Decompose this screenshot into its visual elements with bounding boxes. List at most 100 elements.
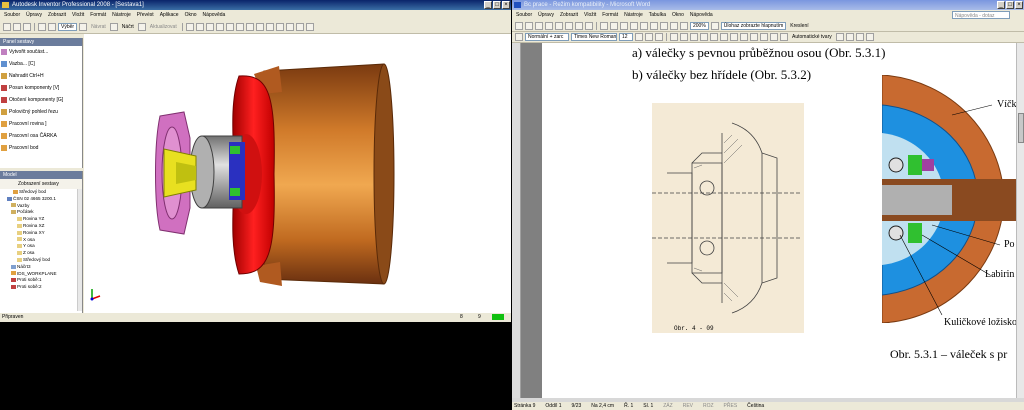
- panel-item-create-part[interactable]: Vytvořit součást...: [0, 46, 82, 58]
- menu-item[interactable]: Zobrazit: [560, 10, 578, 21]
- minimize-button[interactable]: _: [484, 1, 492, 9]
- model-header[interactable]: Model: [0, 171, 82, 179]
- redo-icon[interactable]: [48, 23, 56, 31]
- zoom-dropdown[interactable]: 200%: [690, 22, 709, 30]
- hyperlink-icon[interactable]: [660, 22, 668, 30]
- increase-indent-icon[interactable]: [750, 33, 758, 41]
- help-search-input[interactable]: Nápověda - dotaz: [952, 11, 1010, 19]
- bold-icon[interactable]: [635, 33, 643, 41]
- tree-item[interactable]: ČSN 02 4665 3200.1: [3, 196, 82, 203]
- tree-item[interactable]: X osa: [3, 237, 82, 244]
- roller-3d-model[interactable]: [84, 34, 511, 313]
- panel-item-work-plane[interactable]: Pracovní rovina ]: [0, 118, 82, 130]
- menu-item[interactable]: Soubor: [516, 10, 532, 21]
- menu-item[interactable]: Nápověda: [690, 10, 713, 21]
- panel-item-move[interactable]: Posun komponenty [V]: [0, 82, 82, 94]
- email-icon[interactable]: [555, 22, 563, 30]
- update-icon[interactable]: [137, 23, 146, 31]
- scroll-thumb[interactable]: [1018, 113, 1024, 143]
- tree-item[interactable]: Y osa: [3, 243, 82, 250]
- tree-item[interactable]: Proti sobě:2: [3, 284, 82, 291]
- status-ovr[interactable]: PŘES: [724, 402, 738, 410]
- tree-item[interactable]: Vazby: [3, 203, 82, 210]
- tree-scrollbar[interactable]: [77, 189, 82, 311]
- line-spacing-icon[interactable]: [710, 33, 718, 41]
- menu-item[interactable]: Formát: [90, 10, 106, 21]
- align-center-icon[interactable]: [680, 33, 688, 41]
- permission-icon[interactable]: [545, 22, 553, 30]
- border-icon[interactable]: [760, 33, 768, 41]
- panel-item-constraint[interactable]: Vazba... [C]: [0, 58, 82, 70]
- menu-item[interactable]: Nástroje: [624, 10, 643, 21]
- pan-icon[interactable]: [215, 23, 224, 31]
- underline-icon[interactable]: [655, 33, 663, 41]
- zoom-all-icon[interactable]: [185, 23, 194, 31]
- status-rec[interactable]: ZÁZ: [663, 402, 672, 410]
- panel-item-work-point[interactable]: Pracovní bod: [0, 142, 82, 154]
- rectangle-icon[interactable]: [855, 33, 864, 41]
- autoshapes-button[interactable]: Automatické tvary: [790, 34, 834, 40]
- decrease-indent-icon[interactable]: [740, 33, 748, 41]
- reply-button[interactable]: Kreslení: [788, 23, 810, 29]
- font-color-icon[interactable]: [780, 33, 788, 41]
- justify-icon[interactable]: [700, 33, 708, 41]
- horizontal-scrollbar[interactable]: [512, 398, 1024, 402]
- table-icon[interactable]: [670, 22, 678, 30]
- document-page[interactable]: a) válečky s pevnou průběžnou osou (Obr.…: [542, 43, 1021, 398]
- help-icon[interactable]: [305, 23, 314, 31]
- columns-icon[interactable]: [680, 22, 688, 30]
- save-icon[interactable]: [23, 23, 31, 31]
- arrow-icon[interactable]: [845, 33, 854, 41]
- section-icon[interactable]: [285, 23, 294, 31]
- redo-icon[interactable]: [650, 22, 658, 30]
- tree-item[interactable]: Středový bod: [3, 257, 82, 264]
- color-icon[interactable]: [295, 23, 304, 31]
- align-left-icon[interactable]: [670, 33, 678, 41]
- close-button[interactable]: ×: [1015, 1, 1023, 9]
- panel-item-work-axis[interactable]: Pracovní osa ČÁRKA: [0, 130, 82, 142]
- new-icon[interactable]: [515, 22, 523, 30]
- inventor-titlebar[interactable]: Autodesk Inventor Professional 2008 - [S…: [0, 0, 511, 10]
- format-painter-icon[interactable]: [630, 22, 638, 30]
- print-icon[interactable]: [565, 22, 573, 30]
- tree-item[interactable]: Rovina XY: [3, 230, 82, 237]
- status-trk[interactable]: REV: [683, 402, 693, 410]
- styles-pane-icon[interactable]: [515, 33, 523, 41]
- menu-item[interactable]: Úpravy: [538, 10, 554, 21]
- panel-item-replace[interactable]: Nahradit Ctrl+H: [0, 70, 82, 82]
- menu-item[interactable]: Nástroje: [112, 10, 131, 21]
- orbit-icon[interactable]: [235, 23, 244, 31]
- tree-item[interactable]: Náčrt3: [3, 264, 82, 271]
- look-at-icon[interactable]: [245, 23, 254, 31]
- tree-item[interactable]: IDS_WORKPLANE: [3, 271, 82, 278]
- cut-icon[interactable]: [600, 22, 608, 30]
- new-icon[interactable]: [3, 23, 11, 31]
- sketch-icon[interactable]: [109, 23, 118, 31]
- menu-item[interactable]: Nápověda: [203, 10, 226, 21]
- tree-item[interactable]: Rovina XZ: [3, 223, 82, 230]
- panel-item-half-section[interactable]: Polovičný pohled řezu: [0, 106, 82, 118]
- preview-icon[interactable]: [575, 22, 583, 30]
- select-dropdown[interactable]: Výběr: [58, 23, 78, 31]
- undo-icon[interactable]: [38, 23, 46, 31]
- menu-item[interactable]: Okno: [185, 10, 197, 21]
- line-icon[interactable]: [835, 33, 844, 41]
- numbering-icon[interactable]: [720, 33, 728, 41]
- tree-item[interactable]: Středový bod: [3, 189, 82, 196]
- highlight-icon[interactable]: [770, 33, 778, 41]
- zoom-icon[interactable]: [205, 23, 214, 31]
- markup-dropdown[interactable]: Úlohaz zobrazte hlapnutím: [720, 22, 787, 30]
- shadow-icon[interactable]: [265, 23, 274, 31]
- assembly-view-dropdown[interactable]: Zobrazení sestavy: [0, 179, 82, 189]
- maximize-button[interactable]: □: [1006, 1, 1014, 9]
- tree-item[interactable]: Proti sobě:1: [3, 277, 82, 284]
- menu-item[interactable]: Vložit: [72, 10, 84, 21]
- zoom-selected-icon[interactable]: [225, 23, 234, 31]
- open-icon[interactable]: [13, 23, 21, 31]
- vertical-scrollbar[interactable]: [1016, 43, 1024, 398]
- word-titlebar[interactable]: Bc prace - Režim kompatibility - Microso…: [512, 0, 1024, 10]
- menu-item[interactable]: Tabulka: [649, 10, 666, 21]
- bullets-icon[interactable]: [730, 33, 738, 41]
- minimize-button[interactable]: _: [997, 1, 1005, 9]
- menu-item[interactable]: Aplikace: [160, 10, 179, 21]
